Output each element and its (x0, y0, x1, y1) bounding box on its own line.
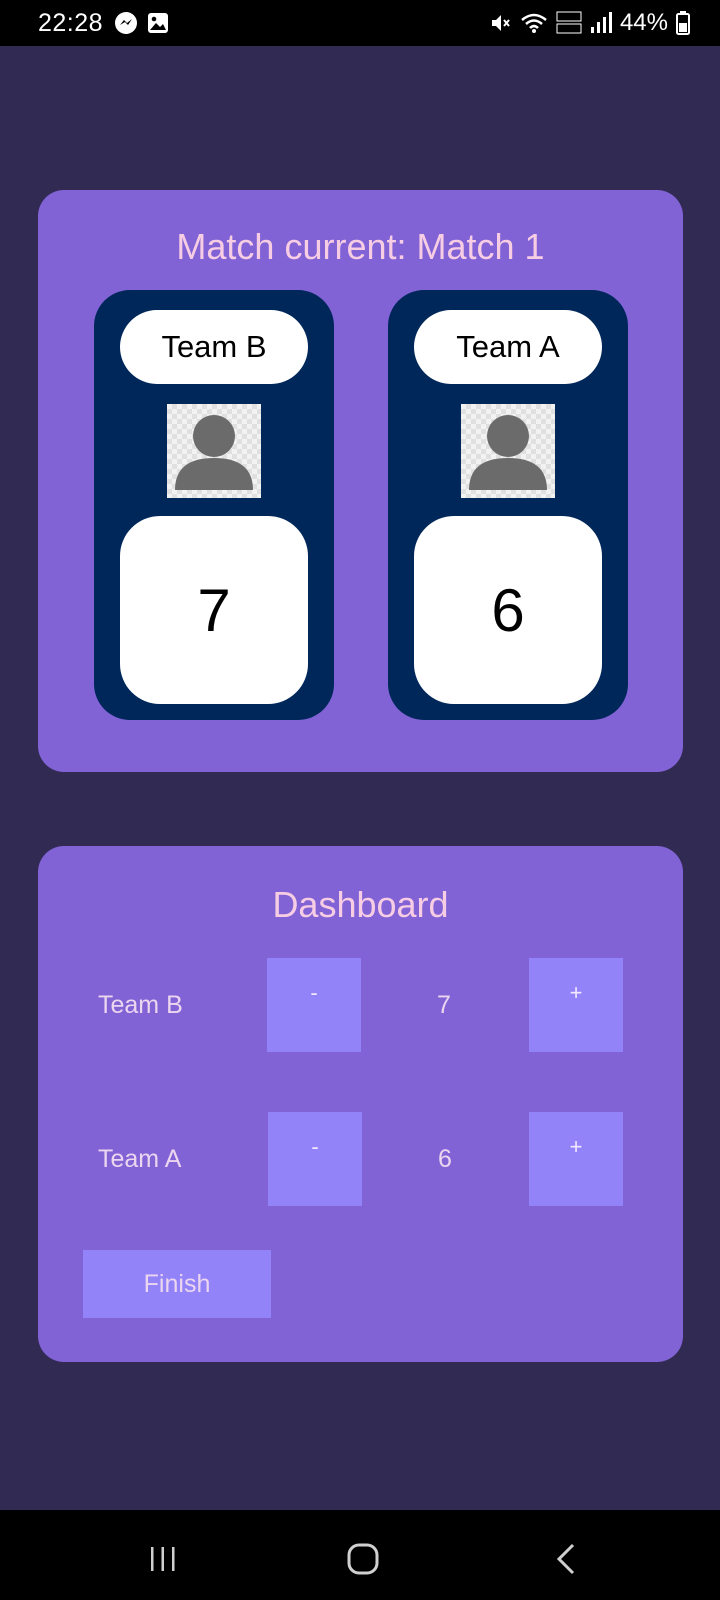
volte-lte-icon (556, 11, 582, 34)
dashboard-team-label-team-a: Team A (98, 1145, 182, 1173)
dashboard-card: Dashboard Team B - 7 + Team A - 6 + Fini… (38, 846, 683, 1362)
match-title: Match current: Match 1 (176, 226, 545, 267)
battery-icon (676, 11, 690, 35)
navigation-bar (0, 1510, 720, 1600)
signal-icon (590, 12, 612, 33)
status-bar: 22:28 44% (0, 0, 720, 46)
messenger-icon (115, 12, 137, 34)
dashboard-score-team-a: 6 (438, 1145, 452, 1173)
finish-button[interactable]: Finish (83, 1250, 271, 1318)
recent-apps-icon[interactable] (148, 1544, 178, 1574)
dashboard-title: Dashboard (272, 884, 449, 925)
status-notification-icons (114, 11, 170, 35)
back-icon[interactable] (553, 1542, 579, 1576)
team-name: Team B (120, 310, 308, 384)
team-panel-team-b: Team B 7 (94, 290, 334, 720)
team-name: Team A (414, 310, 602, 384)
team-panel-team-a: Team A 6 (388, 290, 628, 720)
team-score: 7 (120, 516, 308, 704)
decrement-team-a-button[interactable]: - (268, 1112, 362, 1206)
match-card: Match current: Match 1 Team B 7 Team A 6 (38, 190, 683, 772)
increment-team-a-button[interactable]: + (529, 1112, 623, 1206)
dashboard-score-team-b: 7 (437, 991, 451, 1019)
avatar-icon (461, 404, 555, 498)
decrement-team-b-button[interactable]: - (267, 958, 361, 1052)
increment-team-b-button[interactable]: + (529, 958, 623, 1052)
home-icon[interactable] (346, 1542, 380, 1576)
dashboard-team-label-team-b: Team B (98, 991, 183, 1019)
wifi-icon (521, 13, 547, 33)
avatar-icon (167, 404, 261, 498)
gallery-icon (148, 13, 168, 33)
team-score: 6 (414, 516, 602, 704)
status-time: 22:28 (38, 9, 104, 37)
battery-percentage: 44% (619, 9, 668, 36)
status-system-icons: 44% (488, 9, 690, 37)
mute-icon (491, 15, 510, 31)
